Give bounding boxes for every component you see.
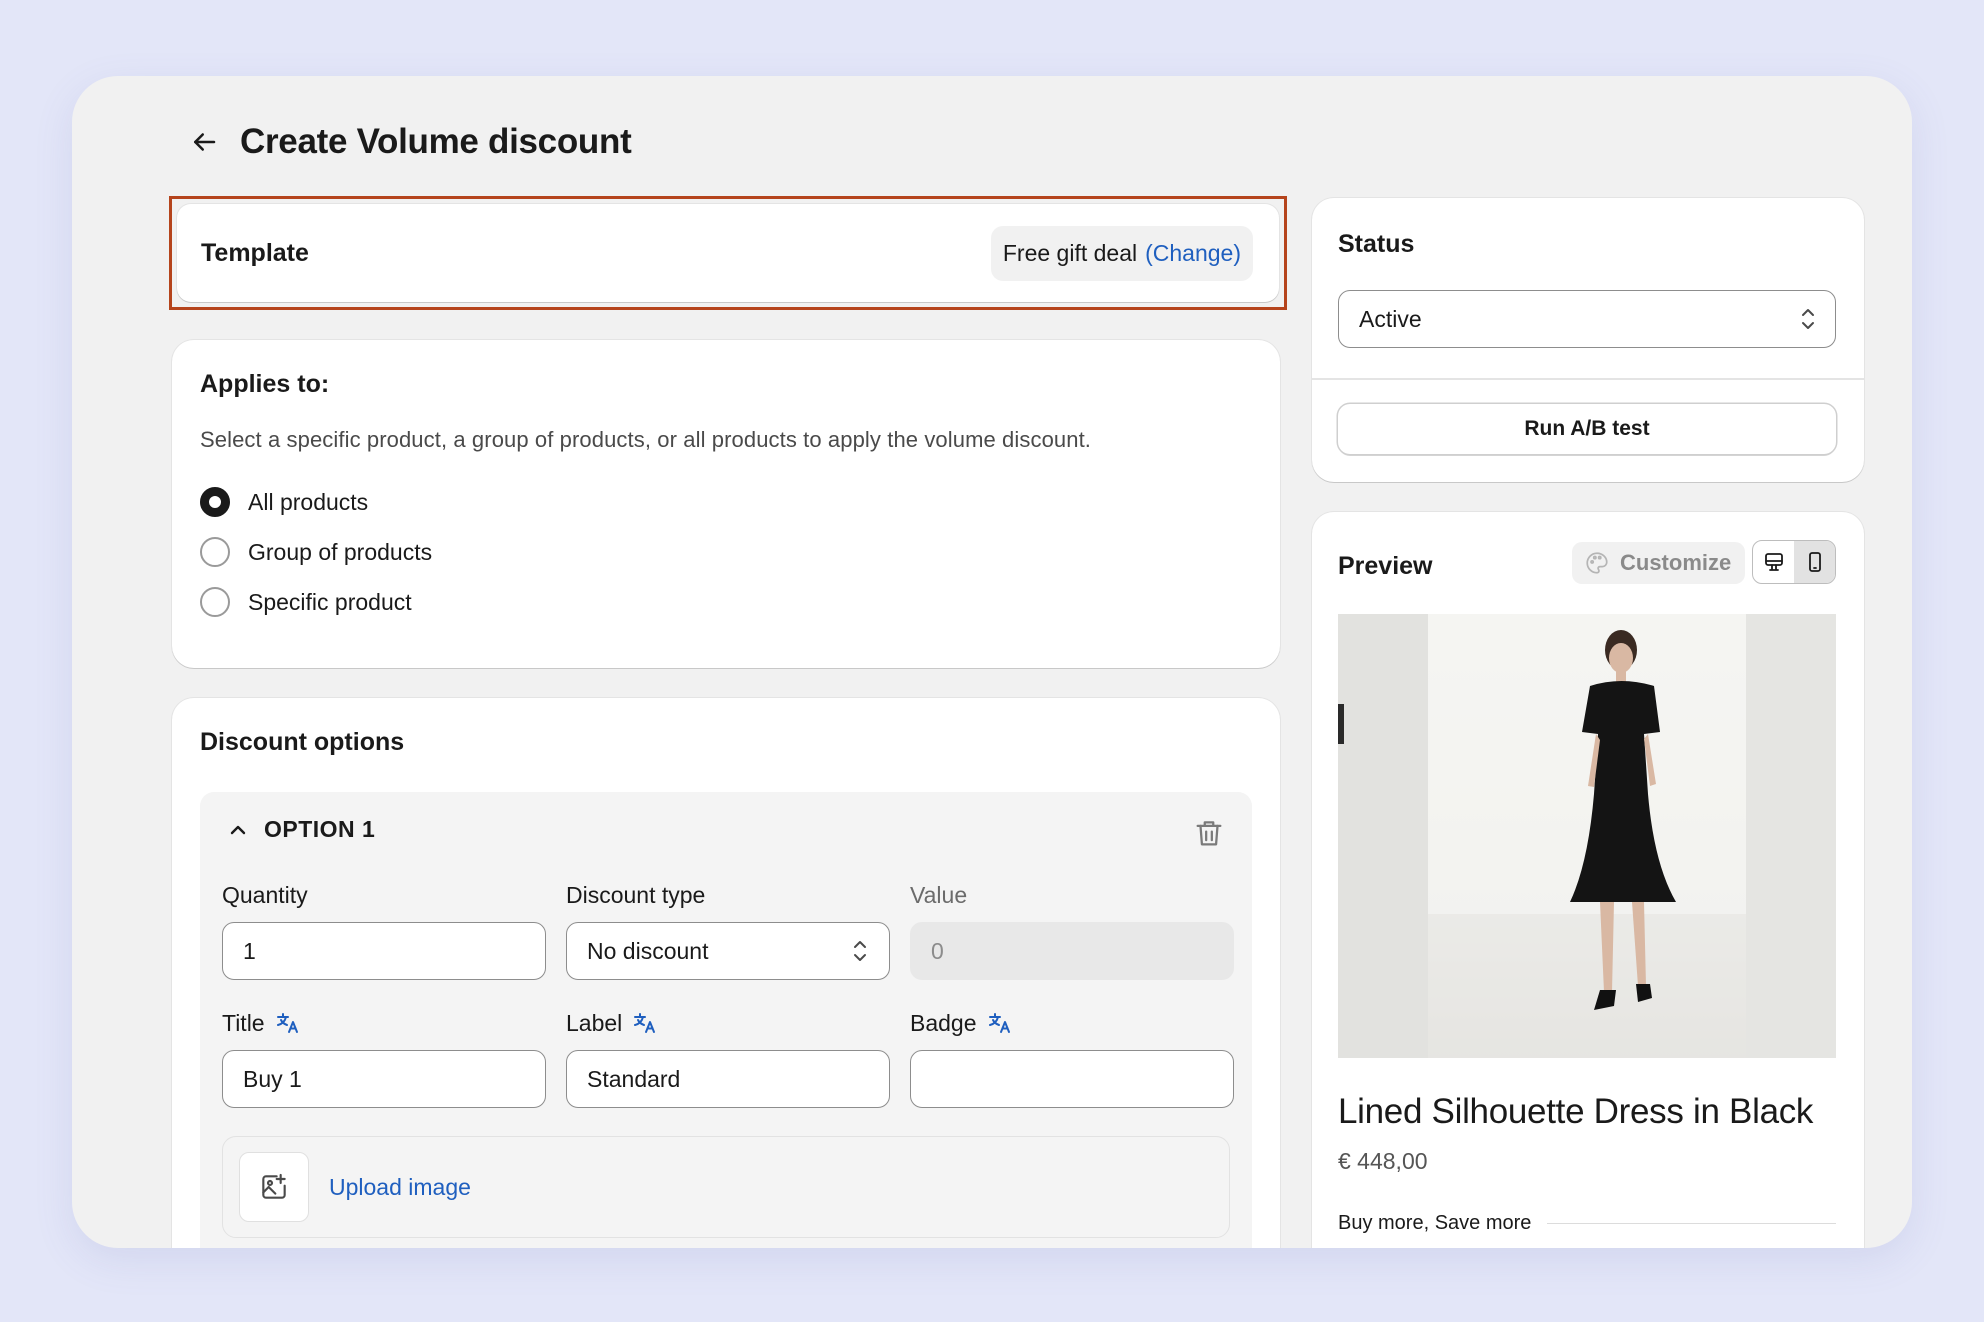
run-ab-test-button[interactable]: Run A/B test [1338, 404, 1836, 454]
value-field: Value 0 [910, 880, 1234, 980]
radio-specific-product[interactable]: Specific product [200, 587, 1252, 617]
badge-label-row: Badge [910, 1008, 1234, 1038]
badge-label: Badge [910, 1009, 977, 1036]
quantity-field: Quantity 1 [222, 880, 546, 980]
option-panel: OPTION 1 Quantity 1 Discount type No dis… [200, 792, 1252, 1248]
discount-type-label: Discount type [566, 881, 706, 908]
template-name: Free gift deal [1002, 239, 1138, 266]
badge-input[interactable] [910, 1050, 1234, 1108]
value-label: Value [910, 881, 968, 908]
promo-heading: Buy more, Save more [1338, 1212, 1836, 1235]
product-image [1338, 614, 1836, 1058]
radio-label: All products [248, 488, 369, 515]
image-add-icon [262, 1173, 286, 1199]
translate-icon[interactable] [632, 1010, 658, 1036]
applies-to-radio-group: All products Group of products Specific … [200, 487, 1252, 617]
radio-group-of-products[interactable]: Group of products [200, 537, 1252, 567]
radio-label: Specific product [248, 588, 412, 615]
product-name: Lined Silhouette Dress in Black [1338, 1092, 1814, 1131]
radio-all-products[interactable]: All products [200, 487, 1252, 517]
translate-icon[interactable] [275, 1010, 301, 1036]
template-highlight: Template Free gift deal (Change) [169, 196, 1287, 310]
quantity-input[interactable]: 1 [222, 922, 546, 980]
template-selector: Free gift deal (Change) [990, 225, 1253, 281]
template-title: Template [201, 238, 309, 267]
title-input[interactable]: Buy 1 [222, 1050, 546, 1108]
status-value: Active [1359, 305, 1422, 332]
translate-icon[interactable] [987, 1010, 1013, 1036]
applies-to-title: Applies to: [200, 370, 330, 398]
discount-type-select[interactable]: No discount [566, 922, 890, 980]
desktop-icon [1764, 553, 1783, 571]
select-arrows-icon [854, 941, 866, 961]
status-select[interactable]: Active [1338, 290, 1836, 348]
title-field: Title Buy 1 [222, 1008, 546, 1108]
mobile-icon [1808, 552, 1821, 572]
preview-title: Preview [1338, 552, 1433, 580]
template-card: Template Free gift deal (Change) [177, 204, 1279, 302]
radio-indicator[interactable] [200, 537, 230, 567]
promo-divider [1547, 1222, 1836, 1225]
desktop-view-button[interactable] [1753, 541, 1794, 583]
value-placeholder: 0 [931, 937, 944, 964]
palette-icon [1586, 552, 1608, 574]
chevron-up-icon[interactable] [226, 818, 250, 842]
applies-to-card: Applies to: Select a specific product, a… [172, 340, 1280, 668]
change-template-link[interactable]: (Change) [1145, 240, 1241, 267]
applies-to-description: Select a specific product, a group of pr… [200, 427, 1092, 452]
quantity-label: Quantity [222, 881, 308, 908]
quantity-value: 1 [243, 937, 256, 964]
option-header[interactable]: OPTION 1 [226, 816, 375, 843]
discount-type-field: Discount type No discount [566, 880, 890, 980]
customize-button[interactable]: Customize [1572, 542, 1746, 584]
arrow-left-icon [194, 133, 216, 151]
page-title: Create Volume discount [240, 122, 632, 161]
discount-options-card: Discount options OPTION 1 Quantity 1 Dis… [172, 698, 1280, 1248]
upload-image-row[interactable]: Upload image [222, 1136, 1230, 1238]
device-toggle [1752, 540, 1836, 584]
promo-text: Buy more, Save more [1338, 1212, 1532, 1234]
option-label: OPTION 1 [264, 816, 376, 842]
radio-indicator[interactable] [200, 587, 230, 617]
mobile-view-button[interactable] [1794, 541, 1835, 583]
radio-label: Group of products [248, 538, 433, 565]
upload-image-link[interactable]: Upload image [329, 1174, 471, 1201]
title-label-row: Title [222, 1008, 546, 1038]
status-title: Status [1338, 230, 1415, 258]
select-arrows-icon [1802, 309, 1814, 329]
radio-indicator[interactable] [200, 487, 230, 517]
status-card: Status Active Run A/B test [1312, 198, 1864, 482]
customize-label: Customize [1620, 550, 1732, 575]
status-divider [1312, 378, 1864, 380]
label-input[interactable]: Standard [566, 1050, 890, 1108]
title-label: Title [222, 1009, 265, 1036]
discount-options-title: Discount options [200, 728, 405, 756]
label-value: Standard [587, 1065, 681, 1092]
image-placeholder[interactable] [239, 1152, 309, 1222]
value-input: 0 [910, 922, 1234, 980]
app-window: Create Volume discount Template Free gif… [72, 76, 1912, 1248]
back-button[interactable] [180, 118, 228, 166]
page-header: Create Volume discount [180, 110, 632, 174]
title-value: Buy 1 [243, 1065, 302, 1092]
label-field: Label Standard [566, 1008, 890, 1108]
product-photo-illustration [1338, 614, 1836, 1058]
discount-type-value: No discount [587, 937, 709, 964]
badge-field: Badge [910, 1008, 1234, 1108]
label-label-row: Label [566, 1008, 890, 1038]
product-price: € 448,00 [1338, 1148, 1428, 1174]
label-label: Label [566, 1009, 623, 1036]
trash-icon[interactable] [1192, 816, 1226, 850]
preview-card: Preview Customize Lined Silhouette Dress… [1312, 512, 1864, 1248]
